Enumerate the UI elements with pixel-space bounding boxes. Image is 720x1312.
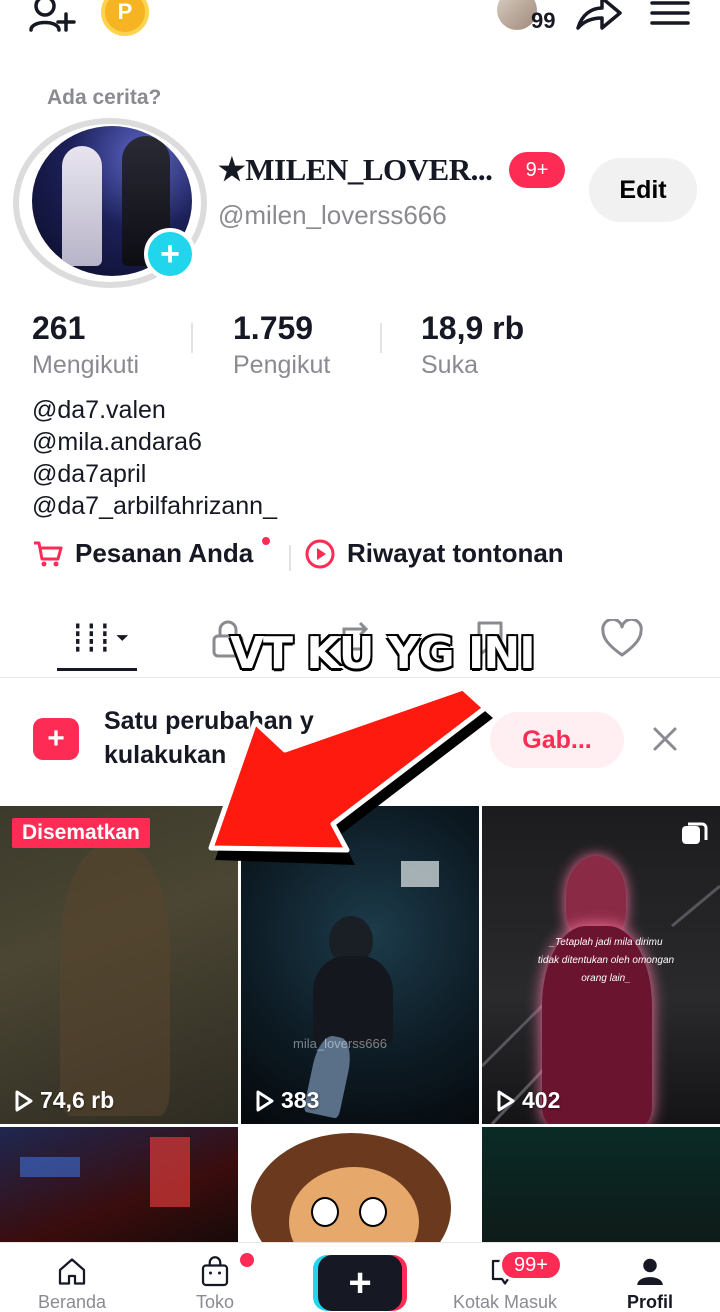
stat-label: Pengikut	[233, 351, 331, 379]
view-count-label: 402	[522, 1087, 561, 1113]
play-icon	[15, 1090, 33, 1111]
view-count: 402	[496, 1087, 560, 1114]
stat-label: Suka	[421, 351, 478, 379]
play-circle-icon	[305, 539, 335, 568]
caption-line: tidak ditentukan oleh omongan	[537, 955, 675, 966]
profile-icon	[637, 1258, 663, 1285]
watch-history-link[interactable]: Riwayat tontonan	[305, 538, 564, 569]
stat-label: Mengikuti	[32, 351, 139, 379]
story-prompt[interactable]: Ada cerita?	[47, 86, 161, 110]
create-button[interactable]: +	[318, 1255, 402, 1311]
share-icon[interactable]	[574, 0, 622, 34]
divider	[380, 323, 382, 353]
shopping-bag-icon	[201, 1256, 229, 1287]
add-user-icon[interactable]	[28, 0, 78, 36]
tab-videos[interactable]	[70, 614, 130, 664]
coin-icon[interactable]: P	[101, 0, 149, 36]
play-icon	[497, 1090, 515, 1111]
stat-value: 18,9 rb	[421, 310, 525, 346]
profile-name: ★MILEN_LOVER...	[218, 152, 493, 187]
add-story-icon[interactable]: +	[144, 228, 196, 280]
bio-mention[interactable]: @mila.andara6	[32, 426, 277, 458]
video-thumbnail[interactable]	[482, 1127, 720, 1247]
stat-value: 261	[32, 310, 86, 346]
stat-value: 1.759	[233, 310, 314, 346]
nav-label: Beranda	[37, 1292, 107, 1312]
heart-icon	[601, 619, 643, 657]
menu-icon[interactable]	[650, 0, 690, 26]
nav-label: Profil	[626, 1292, 673, 1312]
view-count: 74,6 rb	[14, 1087, 114, 1114]
orders-link[interactable]: Pesanan Anda	[33, 538, 253, 569]
orders-dot	[262, 537, 270, 545]
join-button[interactable]: Gab...	[490, 712, 624, 768]
bio-mention[interactable]: @da7.valen	[32, 394, 277, 426]
video-thumbnail[interactable]: Disematkan 74,6 rb	[0, 806, 238, 1124]
stat-followers[interactable]: 1.759 Pengikut	[233, 310, 330, 380]
stat-likes[interactable]: 18,9 rb Suka	[421, 310, 524, 380]
top-bar: P 99	[0, 0, 720, 50]
watermark: mila_loverss666	[293, 1036, 387, 1051]
view-count: 383	[255, 1087, 319, 1114]
pinned-badge: Disematkan	[12, 818, 150, 848]
profile-handle: @milen_loverss666	[218, 200, 447, 230]
active-tab-indicator	[57, 668, 137, 671]
bottom-nav: Beranda Toko + Kotak Masuk Profil	[0, 1242, 720, 1312]
inbox-badge: 99+	[499, 1249, 563, 1281]
video-thumbnail[interactable]	[241, 1127, 479, 1247]
video-caption: _Tetaplah jadi mila dirimu tidak ditentu…	[506, 934, 706, 988]
nav-profile[interactable]: Profil	[590, 1243, 710, 1312]
view-count-label: 74,6 rb	[40, 1087, 115, 1113]
divider	[191, 323, 193, 353]
orders-label: Pesanan Anda	[75, 538, 254, 568]
grid-icon	[76, 623, 129, 653]
view-count-label: 383	[281, 1087, 320, 1113]
caption-line: orang lain_	[581, 973, 631, 984]
edit-profile-button[interactable]: Edit	[589, 158, 697, 222]
arrow-annotation	[208, 685, 493, 865]
nav-label: Kotak Masuk	[452, 1292, 558, 1312]
video-thumbnail[interactable]	[0, 1127, 238, 1247]
nav-shop[interactable]: Toko	[155, 1243, 275, 1312]
watch-history-label: Riwayat tontonan	[347, 538, 564, 568]
stat-following[interactable]: 261 Mengikuti	[32, 310, 139, 380]
bio-mention[interactable]: @da7april	[32, 458, 277, 490]
nav-label: Toko	[195, 1292, 235, 1312]
divider	[289, 545, 291, 571]
cart-icon	[34, 541, 63, 566]
add-icon: +	[33, 718, 79, 760]
notification-badge[interactable]: 9+	[509, 152, 565, 188]
home-icon	[58, 1258, 86, 1285]
tab-liked[interactable]	[592, 614, 652, 664]
profile-bio: @da7.valen @mila.andara6 @da7april @da7_…	[32, 394, 277, 522]
shop-notification-dot	[240, 1253, 254, 1267]
photo-carousel-icon	[682, 822, 708, 844]
avatar-count: 99	[531, 8, 556, 33]
play-icon	[256, 1090, 274, 1111]
video-thumbnail[interactable]: _Tetaplah jadi mila dirimu tidak ditentu…	[482, 806, 720, 1124]
caption-line: _Tetaplah jadi mila dirimu	[549, 937, 663, 948]
close-icon[interactable]	[650, 724, 680, 754]
bio-mention[interactable]: @da7_arbilfahrizann_	[32, 490, 277, 522]
nav-home[interactable]: Beranda	[12, 1243, 132, 1312]
